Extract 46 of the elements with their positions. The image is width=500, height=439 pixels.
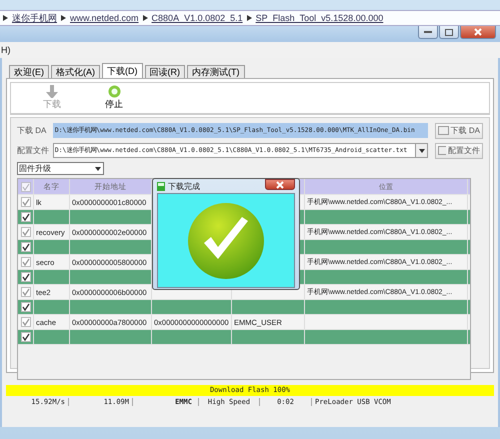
chevron-icon	[3, 15, 8, 21]
browse-button[interactable]: 下载 DA	[435, 122, 483, 138]
checkbox[interactable]	[20, 287, 30, 297]
field-label: 下载 DA	[17, 125, 48, 136]
close-button[interactable]	[460, 26, 496, 39]
mode-dropdown[interactable]: 固件升级	[17, 162, 104, 175]
stop-icon	[108, 85, 120, 98]
checkmark-icon	[186, 200, 266, 280]
app-icon	[157, 182, 165, 190]
checkbox[interactable]	[20, 242, 30, 252]
chevron-icon	[246, 15, 252, 21]
close-button[interactable]	[265, 179, 295, 190]
checkbox[interactable]	[20, 197, 30, 207]
browse-button[interactable]: 配置文件	[435, 142, 483, 158]
down-arrow-icon	[46, 85, 58, 98]
minimize-icon	[424, 30, 432, 34]
address-bar[interactable]: 迷你手机网 www.netded.com C880A_V1.0.0802_5.1 SP_Flash_Tool_v5.1528.00.000	[0, 10, 500, 26]
toolbar-button[interactable]: 停止	[103, 83, 125, 113]
tab[interactable]: 欢迎(E)	[9, 65, 49, 78]
checkbox[interactable]	[20, 212, 30, 222]
dropdown-arrow-icon	[95, 166, 101, 170]
checkbox[interactable]	[20, 272, 30, 282]
checkbox[interactable]	[20, 332, 30, 342]
close-icon	[276, 180, 284, 188]
tab[interactable]: 格式化(A)	[51, 65, 100, 78]
chevron-icon	[61, 15, 66, 21]
breadcrumb-item[interactable]: www.netded.com	[70, 13, 139, 23]
checkbox[interactable]	[20, 302, 30, 312]
maximize-icon	[445, 28, 453, 36]
close-icon	[474, 28, 482, 36]
menu-item[interactable]: H)	[0, 45, 10, 55]
tab[interactable]: 回读(R)	[144, 65, 185, 78]
checkbox[interactable]	[20, 317, 30, 327]
maximize-button[interactable]	[439, 26, 459, 39]
checkbox[interactable]	[20, 257, 30, 267]
breadcrumb-item[interactable]: C880A_V1.0.0802_5.1	[152, 13, 243, 23]
checkbox[interactable]	[20, 227, 30, 237]
breadcrumb-item[interactable]: SP_Flash_Tool_v5.1528.00.000	[256, 13, 384, 23]
field-label: 配置文件	[17, 145, 50, 156]
checkbox[interactable]	[20, 182, 30, 192]
minimize-button[interactable]	[418, 26, 438, 39]
tab[interactable]: 下载(D)	[102, 63, 142, 78]
dialog-title: 下载完成	[168, 180, 200, 192]
tab[interactable]: 内存测试(T)	[187, 65, 244, 78]
breadcrumb-item[interactable]: 迷你手机网	[12, 12, 57, 24]
chevron-icon	[142, 15, 148, 21]
